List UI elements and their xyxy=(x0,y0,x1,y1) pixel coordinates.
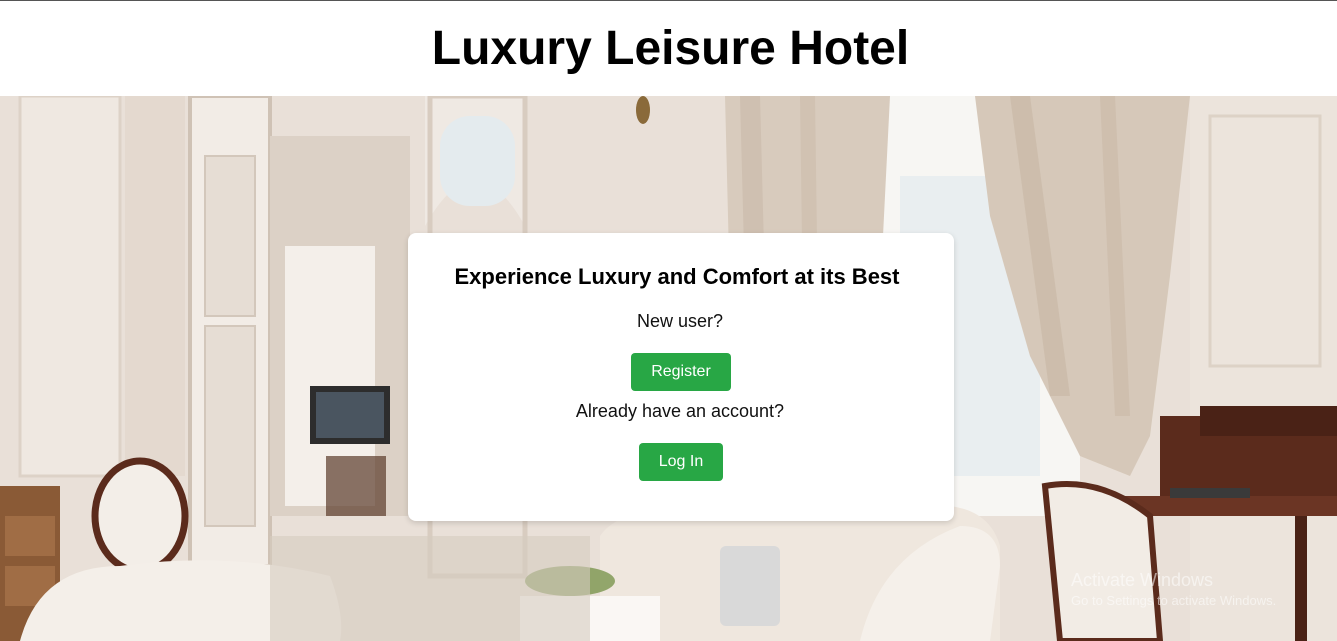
watermark-subtitle: Go to Settings to activate Windows. xyxy=(1071,593,1277,608)
activate-windows-watermark: Activate Windows Go to Settings to activ… xyxy=(1071,570,1276,608)
welcome-heading: Experience Luxury and Comfort at its Bes… xyxy=(454,264,900,289)
site-title: Luxury Leisure Hotel xyxy=(431,21,910,75)
new-user-prompt: New user? xyxy=(636,311,724,331)
existing-user-prompt: Already have an account? xyxy=(575,401,785,421)
site-header: Luxury Leisure Hotel xyxy=(0,1,1337,96)
register-button[interactable]: Register xyxy=(631,353,731,391)
login-button[interactable]: Log In xyxy=(639,443,723,481)
watermark-title: Activate Windows xyxy=(1071,570,1214,590)
welcome-card: Experience Luxury and Comfort at its Bes… xyxy=(408,233,954,521)
hero-section: Experience Luxury and Comfort at its Bes… xyxy=(0,96,1337,641)
